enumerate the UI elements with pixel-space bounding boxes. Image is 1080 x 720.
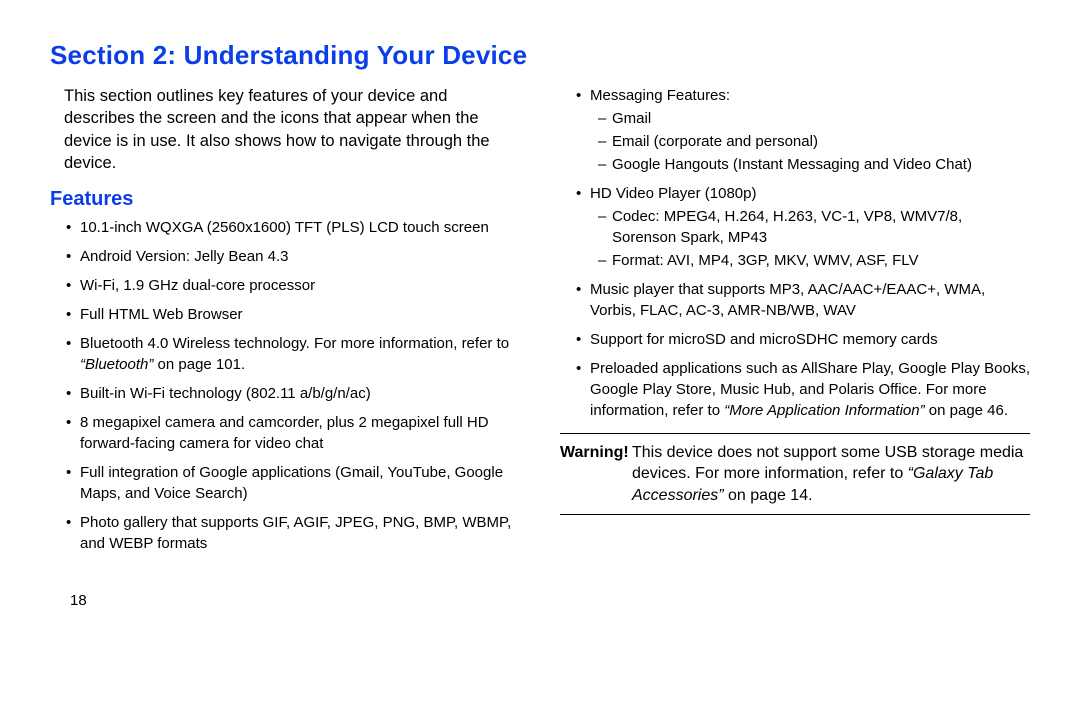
sub-list: Gmail Email (corporate and personal) Goo… <box>598 108 1030 175</box>
list-item: Music player that supports MP3, AAC/AAC+… <box>576 279 1030 321</box>
features-list-left: 10.1-inch WQXGA (2560x1600) TFT (PLS) LC… <box>66 217 520 554</box>
list-item: Android Version: Jelly Bean 4.3 <box>66 246 520 267</box>
list-item: Full HTML Web Browser <box>66 304 520 325</box>
sub-list-item: Email (corporate and personal) <box>598 131 1030 152</box>
list-item: Wi-Fi, 1.9 GHz dual-core processor <box>66 275 520 296</box>
list-item: Messaging Features: Gmail Email (corpora… <box>576 85 1030 175</box>
list-item: Full integration of Google applications … <box>66 462 520 504</box>
sub-list: Codec: MPEG4, H.264, H.263, VC-1, VP8, W… <box>598 206 1030 271</box>
right-column: Messaging Features: Gmail Email (corpora… <box>560 85 1030 562</box>
left-column: This section outlines key features of yo… <box>50 85 520 562</box>
list-item: 10.1-inch WQXGA (2560x1600) TFT (PLS) LC… <box>66 217 520 238</box>
sub-list-item: Google Hangouts (Instant Messaging and V… <box>598 154 1030 175</box>
list-item: Photo gallery that supports GIF, AGIF, J… <box>66 512 520 554</box>
text-run: Bluetooth 4.0 Wireless technology. For m… <box>80 335 509 352</box>
warning-callout: Warning! This device does not support so… <box>560 433 1030 515</box>
text-run: on page 101. <box>153 356 245 373</box>
two-column-layout: This section outlines key features of yo… <box>50 85 1030 562</box>
manual-page: Section 2: Understanding Your Device Thi… <box>0 0 1080 629</box>
page-number: 18 <box>70 592 1030 609</box>
list-item: HD Video Player (1080p) Codec: MPEG4, H.… <box>576 183 1030 271</box>
cross-reference: “Bluetooth” <box>80 356 153 373</box>
list-item: 8 megapixel camera and camcorder, plus 2… <box>66 412 520 454</box>
features-list-right: Messaging Features: Gmail Email (corpora… <box>576 85 1030 421</box>
warning-body: This device does not support some USB st… <box>560 442 1030 507</box>
sub-list-item: Gmail <box>598 108 1030 129</box>
section-title: Section 2: Understanding Your Device <box>50 40 1030 71</box>
list-item: Built-in Wi-Fi technology (802.11 a/b/g/… <box>66 383 520 404</box>
text-run: on page 46. <box>925 402 1008 419</box>
text-run: Messaging Features: <box>590 87 730 104</box>
warning-label: Warning! <box>560 444 629 461</box>
sub-list-item: Codec: MPEG4, H.264, H.263, VC-1, VP8, W… <box>598 206 1030 248</box>
intro-paragraph: This section outlines key features of yo… <box>64 85 520 174</box>
list-item: Bluetooth 4.0 Wireless technology. For m… <box>66 333 520 375</box>
cross-reference: “More Application Information” <box>724 402 924 419</box>
sub-list-item: Format: AVI, MP4, 3GP, MKV, WMV, ASF, FL… <box>598 250 1030 271</box>
text-run: HD Video Player (1080p) <box>590 185 756 202</box>
features-heading: Features <box>50 188 520 211</box>
text-run: on page 14. <box>724 487 813 504</box>
list-item: Support for microSD and microSDHC memory… <box>576 329 1030 350</box>
list-item: Preloaded applications such as AllShare … <box>576 358 1030 421</box>
